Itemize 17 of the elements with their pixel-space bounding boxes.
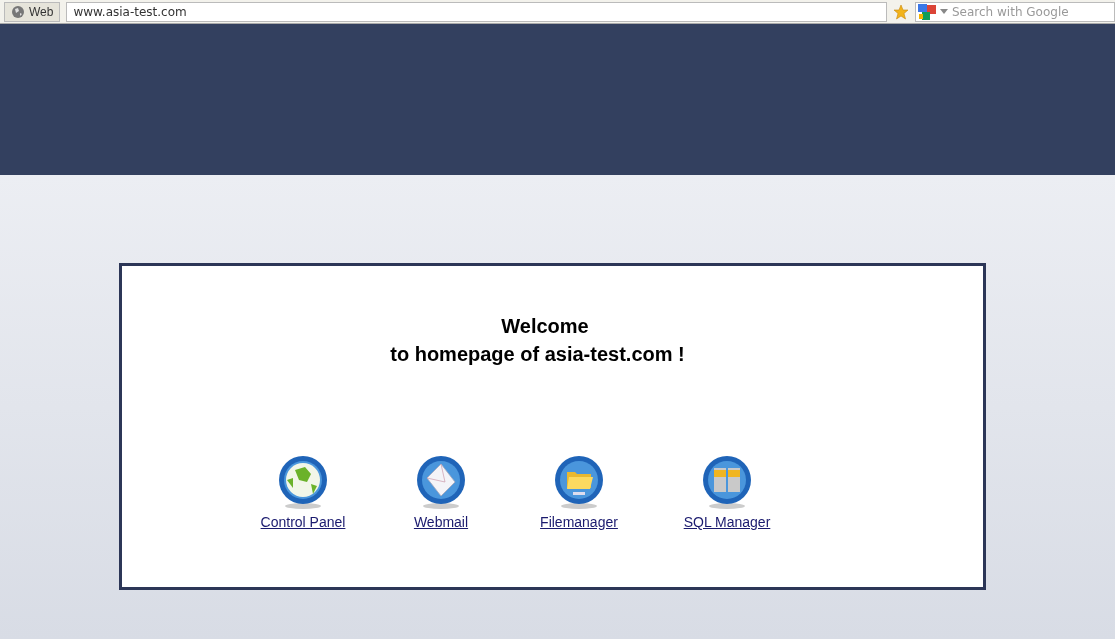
site-identity-button[interactable]: Web [4,1,61,22]
folder-icon[interactable] [553,454,605,510]
star-icon[interactable] [893,3,909,20]
address-field[interactable]: www.asia-test.com [66,1,887,22]
search-engine-icon [918,3,936,20]
welcome-subtitle: to homepage of asia-test.com ! [390,342,685,367]
app-link[interactable]: SQL Manager [683,514,771,530]
globe-icon [11,4,25,19]
caret-icon [940,9,948,14]
search-field[interactable]: Search with Google [915,1,1115,22]
server-icon[interactable] [701,454,753,510]
envelope-icon[interactable] [415,454,467,510]
app-link[interactable]: Webmail [413,514,469,530]
globe-icon[interactable] [277,454,329,510]
app-link[interactable]: Control Panel [260,514,346,530]
app-link[interactable]: Filemanager [540,514,618,530]
welcome-title: Welcome [501,314,589,339]
